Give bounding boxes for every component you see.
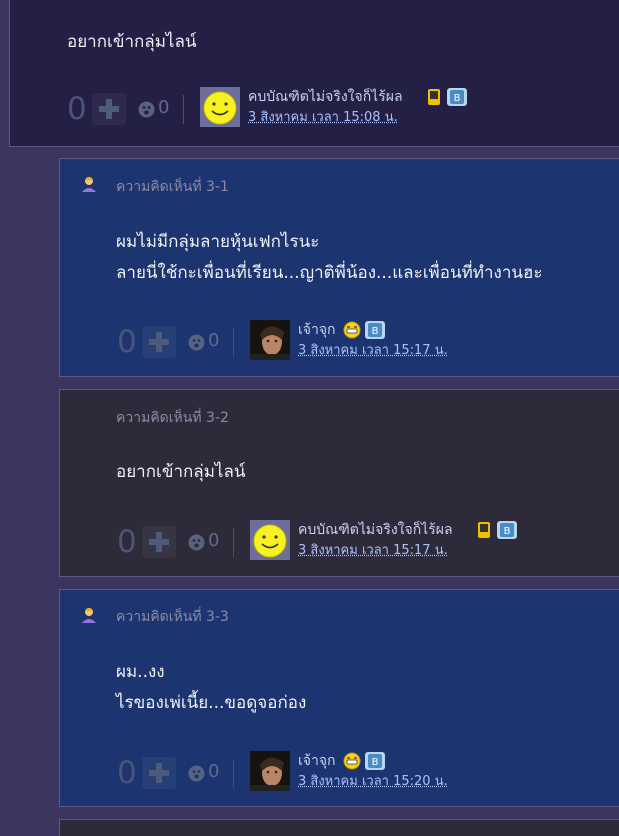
author-name[interactable]: คบบัณฑิตไม่จริงใจก็ไร้ผล	[298, 519, 453, 541]
plus-icon	[99, 99, 119, 119]
emotion-count: 0	[208, 530, 220, 551]
emotion-count: 0	[208, 330, 220, 351]
comment-message-line: ลายนี่ใช้กะเพื่อนที่เรียน...ญาติพี่น้อง.…	[116, 263, 543, 283]
grin-badge-icon	[343, 321, 361, 339]
avatar[interactable]	[250, 320, 290, 360]
svg-text:B: B	[372, 326, 379, 337]
plus-icon	[149, 763, 169, 783]
vote-plus-button[interactable]	[92, 93, 126, 125]
comment-card: ความคิดเห็นที่ 3-2 อยากเข้ากลุ่มไลน์ 0 0…	[59, 389, 619, 577]
comment-card: ความคิดเห็นที่ 3-1 ผมไม่มีกลุ่มลายหุ้นเฟ…	[59, 158, 619, 377]
emotion-icon[interactable]	[138, 101, 155, 118]
vote-plus-button[interactable]	[142, 757, 176, 789]
author-name[interactable]: เจ้าจุก	[298, 319, 336, 341]
comment-label: ความคิดเห็นที่ 3-3	[116, 609, 229, 625]
comment-footer: 0 0 เจ้าจุก B 3 สิงหาคม เวลา 15:17 น.	[117, 320, 537, 360]
emotion-icon[interactable]	[188, 334, 205, 351]
mobile-badge-icon	[428, 89, 440, 105]
emotion-icon[interactable]	[188, 534, 205, 551]
comment-label: ความคิดเห็นที่ 3-2	[116, 410, 229, 426]
comment-footer: 0 0 คบบัณฑิตไม่จริงใจก็ไร้ผล B 3 สิงหาคม…	[117, 520, 537, 560]
comment-message-line: อยากเข้ากลุ่มไลน์	[116, 462, 246, 482]
post-footer: 0 0 คบบัณฑิตไม่จริงใจก็ไร้ผล B 3 สิงหาคม…	[67, 87, 487, 127]
comment-date[interactable]: 3 สิงหาคม เวลา 15:17 น.	[298, 539, 448, 560]
divider	[183, 95, 184, 124]
vote-plus-button[interactable]	[142, 326, 176, 358]
author-name[interactable]: คบบัณฑิตไม่จริงใจก็ไร้ผล	[248, 86, 403, 108]
comment-message-line: ผม..งง	[116, 662, 165, 682]
vote-count: 0	[117, 755, 137, 791]
blog-badge-icon: B	[447, 88, 467, 106]
comment-footer: 0 0 เจ้าจุก B 3 สิงหาคม เวลา 15:20 น.	[117, 751, 537, 791]
vote-count: 0	[67, 91, 87, 127]
comment-card-partial	[59, 819, 619, 836]
svg-text:B: B	[454, 93, 461, 104]
vote-count: 0	[117, 324, 137, 360]
post-date[interactable]: 3 สิงหาคม เวลา 15:08 น.	[248, 106, 398, 127]
post-message: อยากเข้ากลุ่มไลน์	[67, 32, 197, 52]
mobile-badge-icon	[478, 522, 490, 538]
person-icon	[82, 608, 96, 623]
comment-message-line: ไรของเพ่เนี้ย...ขอดูจอก่อง	[116, 693, 307, 713]
plus-icon	[149, 532, 169, 552]
comment-label: ความคิดเห็นที่ 3-1	[116, 179, 229, 195]
svg-text:B: B	[372, 757, 379, 768]
vote-plus-button[interactable]	[142, 526, 176, 558]
blog-badge-icon: B	[365, 752, 385, 770]
emotion-count: 0	[208, 761, 220, 782]
avatar[interactable]	[250, 520, 290, 560]
avatar[interactable]	[250, 751, 290, 791]
divider	[233, 328, 234, 357]
avatar[interactable]	[200, 87, 240, 127]
divider	[233, 759, 234, 788]
person-icon	[82, 177, 96, 192]
top-post-card: อยากเข้ากลุ่มไลน์ 0 0 คบบัณฑิตไม่จริงใจก…	[9, 0, 619, 147]
grin-badge-icon	[343, 752, 361, 770]
vote-count: 0	[117, 524, 137, 560]
comment-date[interactable]: 3 สิงหาคม เวลา 15:20 น.	[298, 770, 448, 791]
plus-icon	[149, 332, 169, 352]
author-name[interactable]: เจ้าจุก	[298, 750, 336, 772]
blog-badge-icon: B	[365, 321, 385, 339]
blog-badge-icon: B	[497, 521, 517, 539]
comment-date[interactable]: 3 สิงหาคม เวลา 15:17 น.	[298, 339, 448, 360]
emotion-count: 0	[158, 97, 170, 118]
comment-card: ความคิดเห็นที่ 3-3 ผม..งง ไรของเพ่เนี้ย.…	[59, 589, 619, 807]
emotion-icon[interactable]	[188, 765, 205, 782]
comment-message-line: ผมไม่มีกลุ่มลายหุ้นเฟกไรนะ	[116, 232, 320, 252]
divider	[233, 528, 234, 557]
svg-text:B: B	[504, 526, 511, 537]
